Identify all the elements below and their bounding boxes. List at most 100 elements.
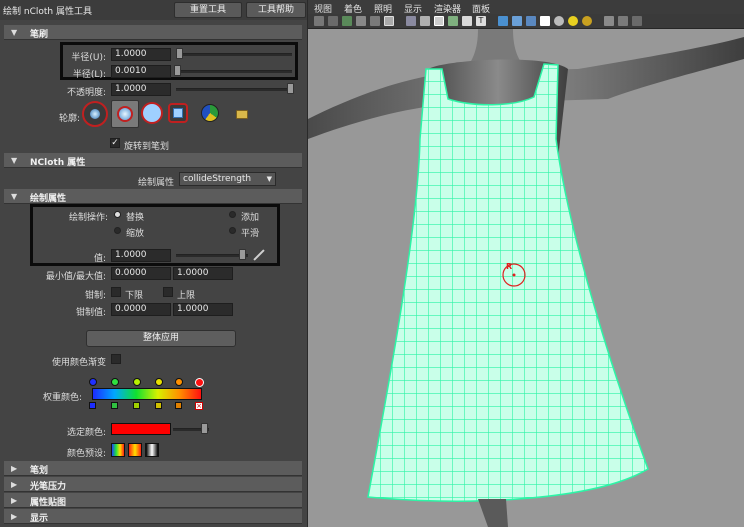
square-brush-icon bbox=[173, 108, 183, 118]
profile-solid-button[interactable] bbox=[140, 101, 166, 127]
op-replace-radio[interactable] bbox=[114, 211, 121, 218]
radius-u-slider[interactable] bbox=[176, 53, 292, 56]
clamp-lower-checkbox[interactable] bbox=[111, 287, 121, 297]
gamma-icon[interactable] bbox=[604, 16, 614, 26]
lighting-icon[interactable] bbox=[462, 16, 472, 26]
sphere-icon[interactable] bbox=[554, 16, 564, 26]
gaussian-brush-icon bbox=[90, 109, 100, 119]
apply-all-button[interactable]: 整体应用 bbox=[86, 330, 236, 347]
weight-color-ramp[interactable] bbox=[92, 388, 202, 400]
custom-brush-icon[interactable] bbox=[201, 104, 219, 122]
section-ncloth-attributes[interactable]: ▼ NCloth 属性 bbox=[4, 153, 302, 168]
smooth-shade-icon[interactable] bbox=[420, 16, 430, 26]
opacity-field[interactable]: 1.0000 bbox=[111, 83, 171, 96]
section-display[interactable]: ▶ 显示 bbox=[4, 509, 302, 524]
film-gate-icon[interactable] bbox=[384, 16, 394, 26]
image-plane-icon[interactable] bbox=[356, 16, 366, 26]
checker-icon[interactable] bbox=[540, 16, 550, 26]
min-value-field[interactable]: 0.0000 bbox=[111, 267, 171, 280]
selected-color-slider-handle[interactable] bbox=[201, 423, 208, 434]
paint-attribute-dropdown[interactable]: collideStrength ▼ bbox=[179, 172, 276, 186]
use-color-ramp-label: 使用颜色渐变 bbox=[51, 358, 106, 368]
paint-operation-label: 绘制操作: bbox=[68, 213, 108, 223]
camera-attr-icon[interactable] bbox=[328, 16, 338, 26]
multi-sample-icon[interactable] bbox=[618, 16, 628, 26]
selected-color-swatch[interactable] bbox=[111, 423, 171, 435]
section-paint-attributes[interactable]: ▼ 绘制属性 bbox=[4, 189, 302, 204]
radius-l-slider[interactable] bbox=[176, 70, 292, 73]
profile-gaussian-button[interactable] bbox=[82, 101, 108, 127]
ramp-marker-green[interactable] bbox=[111, 402, 118, 409]
max-value-field[interactable]: 1.0000 bbox=[173, 267, 233, 280]
brush-marker-letter: R bbox=[506, 262, 512, 271]
use-color-ramp-checkbox[interactable] bbox=[111, 354, 121, 364]
radius-l-slider-handle[interactable] bbox=[174, 65, 181, 76]
reset-tool-button[interactable]: 重置工具 bbox=[174, 2, 242, 18]
tool-settings-panel: 绘制 nCloth 属性工具 重置工具 工具帮助 ▼ 笔刷 半径(U): 1.0… bbox=[0, 0, 308, 527]
ramp-handle-red[interactable] bbox=[195, 378, 204, 387]
bookmark-icon[interactable] bbox=[342, 16, 352, 26]
camera-select-icon[interactable] bbox=[314, 16, 324, 26]
opacity-slider[interactable] bbox=[176, 88, 292, 91]
ramp-handle-orange[interactable] bbox=[175, 378, 183, 386]
ramp-marker-yellow[interactable] bbox=[155, 402, 162, 409]
textured-icon[interactable] bbox=[448, 16, 458, 26]
ramp-delete-icon[interactable]: × bbox=[195, 402, 203, 410]
value-label: 值: bbox=[93, 254, 106, 264]
preset-warm-swatch[interactable] bbox=[128, 443, 142, 457]
panel-layout-icon[interactable] bbox=[632, 16, 642, 26]
value-slider-handle[interactable] bbox=[239, 249, 246, 260]
section-stroke-label: 笔划 bbox=[30, 466, 49, 476]
preset-grayscale-swatch[interactable] bbox=[145, 443, 159, 457]
section-attribute-maps[interactable]: ▶ 属性贴图 bbox=[4, 493, 302, 508]
op-add-radio[interactable] bbox=[229, 211, 236, 218]
section-brush[interactable]: ▼ 笔刷 bbox=[4, 25, 302, 40]
rotate-to-stroke-checkbox[interactable]: ✓ bbox=[110, 138, 120, 148]
opacity-slider-handle[interactable] bbox=[287, 83, 294, 94]
expand-arrow-icon: ▼ bbox=[11, 156, 18, 165]
section-stroke[interactable]: ▶ 笔划 bbox=[4, 461, 302, 476]
solid-brush-icon bbox=[141, 102, 163, 124]
value-slider[interactable] bbox=[176, 254, 248, 257]
profile-label: 轮廓: bbox=[58, 114, 80, 124]
ramp-handle-green[interactable] bbox=[111, 378, 119, 386]
ramp-marker-blue[interactable] bbox=[89, 402, 96, 409]
section-pen-pressure[interactable]: ▶ 光笔压力 bbox=[4, 477, 302, 492]
ramp-handle-lime[interactable] bbox=[133, 378, 141, 386]
light-bulb-icon[interactable] bbox=[568, 16, 578, 26]
perspective-viewport[interactable]: R bbox=[308, 29, 744, 527]
section-brush-label: 笔刷 bbox=[30, 30, 49, 40]
op-scale-radio[interactable] bbox=[114, 227, 121, 234]
shadow-icon[interactable] bbox=[582, 16, 592, 26]
isolate-icon[interactable] bbox=[512, 16, 522, 26]
profile-soft-button[interactable] bbox=[111, 100, 139, 128]
clamp-max-field[interactable]: 1.0000 bbox=[173, 303, 233, 316]
op-smooth-label: 平滑 bbox=[241, 229, 260, 239]
brush-cursor-center bbox=[512, 273, 516, 277]
op-smooth-radio[interactable] bbox=[229, 227, 236, 234]
ramp-marker-lime[interactable] bbox=[133, 402, 140, 409]
weight-color-label: 权重颜色: bbox=[42, 393, 82, 403]
wireframe-on-shaded-icon[interactable] bbox=[434, 16, 444, 26]
wireframe-icon[interactable] bbox=[406, 16, 416, 26]
clamp-min-field[interactable]: 0.0000 bbox=[111, 303, 171, 316]
preset-rainbow-swatch[interactable] bbox=[111, 443, 125, 457]
folder-icon[interactable] bbox=[236, 110, 248, 119]
op-replace-label: 替换 bbox=[126, 213, 145, 223]
ramp-handle-blue[interactable] bbox=[89, 378, 97, 386]
ramp-handle-yellow[interactable] bbox=[155, 378, 163, 386]
radius-u-slider-handle[interactable] bbox=[176, 48, 183, 59]
expand-arrow-icon: ▶ bbox=[11, 496, 18, 505]
ambient-occlusion-icon[interactable] bbox=[498, 16, 508, 26]
eyedropper-icon[interactable] bbox=[253, 249, 265, 261]
grid-icon[interactable] bbox=[370, 16, 380, 26]
ramp-marker-orange[interactable] bbox=[175, 402, 182, 409]
xray-icon[interactable] bbox=[526, 16, 536, 26]
radius-u-field[interactable]: 1.0000 bbox=[111, 48, 171, 61]
radius-l-field[interactable]: 0.0010 bbox=[111, 65, 171, 78]
value-field[interactable]: 1.0000 bbox=[111, 249, 171, 262]
profile-square-button[interactable] bbox=[168, 103, 188, 123]
text-icon[interactable]: T bbox=[476, 16, 486, 26]
tool-help-button[interactable]: 工具帮助 bbox=[246, 2, 306, 18]
clamp-upper-checkbox[interactable] bbox=[163, 287, 173, 297]
